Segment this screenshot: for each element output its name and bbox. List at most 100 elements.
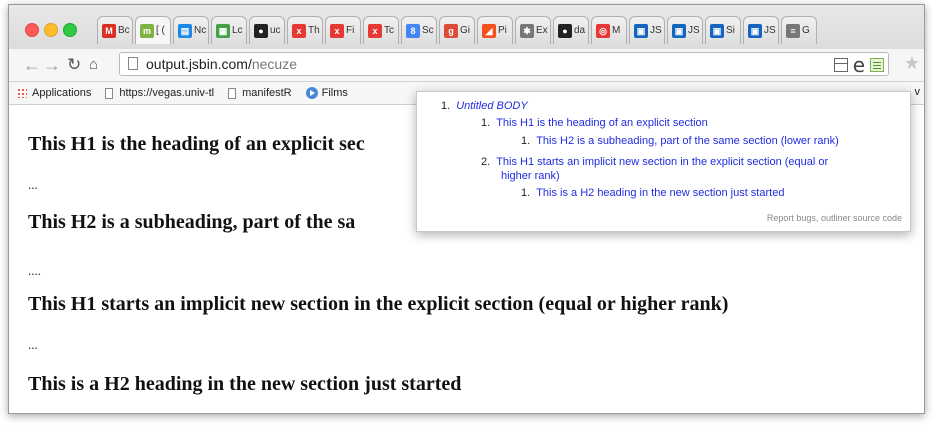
address-bar[interactable]: output.jsbin.com/necuze e bbox=[119, 52, 889, 76]
js-icon: ▣ bbox=[748, 23, 762, 38]
tab-label: Pi bbox=[498, 25, 507, 36]
browser-tab[interactable]: M Bc bbox=[97, 16, 133, 44]
browser-tab[interactable]: 8 Sc bbox=[401, 16, 437, 44]
heading-h2-new-section: This is a H2 heading in the new section … bbox=[28, 373, 462, 395]
bookmark-manifestr[interactable]: manifestR bbox=[228, 87, 292, 99]
apps-grid-icon bbox=[17, 88, 27, 98]
browser-tab[interactable]: ✱ Ex bbox=[515, 16, 551, 44]
outliner-footer: Report bugs, outliner source code bbox=[767, 213, 902, 223]
tab-label: Si bbox=[726, 25, 735, 36]
outline-number: 1. bbox=[481, 117, 491, 129]
close-window-button[interactable] bbox=[25, 23, 39, 37]
bookmark-applications[interactable]: Applications bbox=[17, 87, 91, 99]
heading-text: This H2 is a subheading, part of the sa bbox=[28, 211, 356, 233]
browser-tab[interactable]: ▣ JS bbox=[743, 16, 779, 44]
tab-label: Tc bbox=[384, 25, 394, 36]
tab-label: JS bbox=[650, 25, 662, 36]
browser-tab[interactable]: ● da bbox=[553, 16, 589, 44]
browser-tab[interactable]: x Fi bbox=[325, 16, 361, 44]
outline-link[interactable]: This is a H2 heading in the new section … bbox=[536, 187, 784, 199]
bookmark-films[interactable]: Films bbox=[305, 87, 348, 99]
sheet-icon: ▦ bbox=[216, 23, 230, 38]
browser-tab[interactable]: m[ ( bbox=[135, 16, 171, 44]
url-host: output.jsbin.com/ bbox=[146, 56, 252, 72]
outline-item-h1-implicit[interactable]: 2. This H1 starts an implicit new section… bbox=[481, 156, 828, 169]
bookmark-label: manifestR bbox=[242, 87, 292, 99]
tab-label: Ex bbox=[536, 25, 548, 36]
heading-h2-subheading: This H2 is a subheading, part of the sa( bbox=[28, 211, 478, 234]
heading-h1-explicit: This H1 is the heading of an explicit se… bbox=[28, 133, 365, 155]
m-icon: m bbox=[140, 23, 154, 38]
browser-tab[interactable]: ▣ JS bbox=[667, 16, 703, 44]
forward-arrow-icon[interactable]: → bbox=[43, 55, 61, 75]
url-path: necuze bbox=[251, 56, 297, 72]
outline-link[interactable]: This H2 is a subheading, part of the sam… bbox=[536, 135, 839, 147]
bookmark-label: Applications bbox=[32, 87, 92, 99]
doc-icon: ▤ bbox=[178, 23, 192, 38]
outline-link[interactable]: Untitled BODY bbox=[456, 100, 528, 112]
bookmark-label: Films bbox=[321, 87, 348, 99]
outline-number: 2. bbox=[481, 156, 491, 168]
bookmark-overflow[interactable]: v bbox=[915, 86, 921, 98]
outline-number: 1. bbox=[521, 187, 531, 199]
outliner-source-link[interactable]: outliner source code bbox=[821, 213, 902, 223]
browser-tab[interactable]: ◢ Pi bbox=[477, 16, 513, 44]
browser-tab[interactable]: ▤ Nc bbox=[173, 16, 209, 44]
report-bugs-link[interactable]: Report bugs bbox=[767, 213, 816, 223]
reload-icon[interactable]: ↻ bbox=[67, 55, 81, 75]
minimize-window-button[interactable] bbox=[44, 23, 58, 37]
browser-tab[interactable]: x Th bbox=[287, 16, 323, 44]
browser-tab[interactable]: ▦ Lc bbox=[211, 16, 247, 44]
js-icon: ▣ bbox=[634, 23, 648, 38]
browser-tab[interactable]: ● uc bbox=[249, 16, 285, 44]
outline-number: 1. bbox=[521, 135, 531, 147]
outline-item-h1-implicit-cont[interactable]: higher rank) bbox=[501, 170, 560, 183]
tab-label: JS bbox=[764, 25, 776, 36]
outline-link[interactable]: This H1 starts an implicit new section i… bbox=[496, 156, 828, 168]
paragraph-ellipsis: ... bbox=[28, 177, 38, 192]
tab-label: Gi bbox=[460, 25, 470, 36]
outline-link[interactable]: This H1 is the heading of an explicit se… bbox=[496, 117, 708, 129]
xsl-icon: x bbox=[368, 23, 382, 38]
bookmark-star-icon[interactable]: ★ bbox=[904, 53, 920, 74]
browser-tab[interactable]: ≡ G bbox=[781, 16, 817, 44]
outliner-popup: 1. Untitled BODY 1. This H1 is the heading… bbox=[416, 91, 911, 232]
outline-item-h2-new[interactable]: 1. This is a H2 heading in the new sectio… bbox=[521, 187, 784, 200]
outline-number: 1. bbox=[441, 100, 451, 112]
outliner-extension-icon[interactable] bbox=[870, 58, 884, 72]
tab-label: [ ( bbox=[156, 25, 165, 36]
browser-tab[interactable]: ▣ Si bbox=[705, 16, 741, 44]
browser-tab[interactable]: ▣ JS bbox=[629, 16, 665, 44]
browser-tab[interactable]: g Gi bbox=[439, 16, 475, 44]
page-icon bbox=[228, 87, 237, 99]
tab-label: uc bbox=[270, 25, 281, 36]
e-extension-icon[interactable]: e bbox=[853, 55, 865, 75]
back-arrow-icon[interactable]: ← bbox=[23, 55, 41, 75]
gmail-icon: M bbox=[102, 23, 116, 38]
home-icon[interactable]: ⌂ bbox=[89, 55, 98, 75]
extension-icons: e bbox=[829, 55, 884, 75]
url-text[interactable]: output.jsbin.com/necuze bbox=[146, 56, 297, 72]
paragraph-ellipsis: .... bbox=[28, 263, 41, 278]
tab-label: G bbox=[802, 25, 810, 36]
toolbar: ← → ↻ ⌂ output.jsbin.com/necuze e ★ bbox=[9, 49, 924, 82]
browser-tab[interactable]: ◎ M bbox=[591, 16, 627, 44]
js-icon: ▣ bbox=[672, 23, 686, 38]
puzzle-icon: ✱ bbox=[520, 23, 534, 38]
xsl-icon: x bbox=[330, 23, 344, 38]
list-icon: ≡ bbox=[786, 23, 800, 38]
tab-label: JS bbox=[688, 25, 700, 36]
bookmark-vegas[interactable]: https://vegas.univ-tl bbox=[105, 87, 214, 99]
outline-item-body[interactable]: 1. Untitled BODY bbox=[441, 100, 528, 113]
play-circle-icon bbox=[305, 87, 318, 99]
outline-item-h2-sub[interactable]: 1. This H2 is a subheading, part of the s… bbox=[521, 135, 839, 148]
outline-item-h1-explicit[interactable]: 1. This H1 is the heading of an explicit … bbox=[481, 117, 708, 130]
outline-link[interactable]: higher rank) bbox=[501, 170, 560, 182]
tab-label: Fi bbox=[346, 25, 355, 36]
target-icon: ◎ bbox=[596, 23, 610, 38]
reader-icon[interactable] bbox=[833, 58, 848, 72]
zoom-window-button[interactable] bbox=[63, 23, 77, 37]
github-icon: ● bbox=[254, 23, 268, 38]
bookmark-label: https://vegas.univ-tl bbox=[119, 87, 215, 99]
browser-tab[interactable]: x Tc bbox=[363, 16, 399, 44]
